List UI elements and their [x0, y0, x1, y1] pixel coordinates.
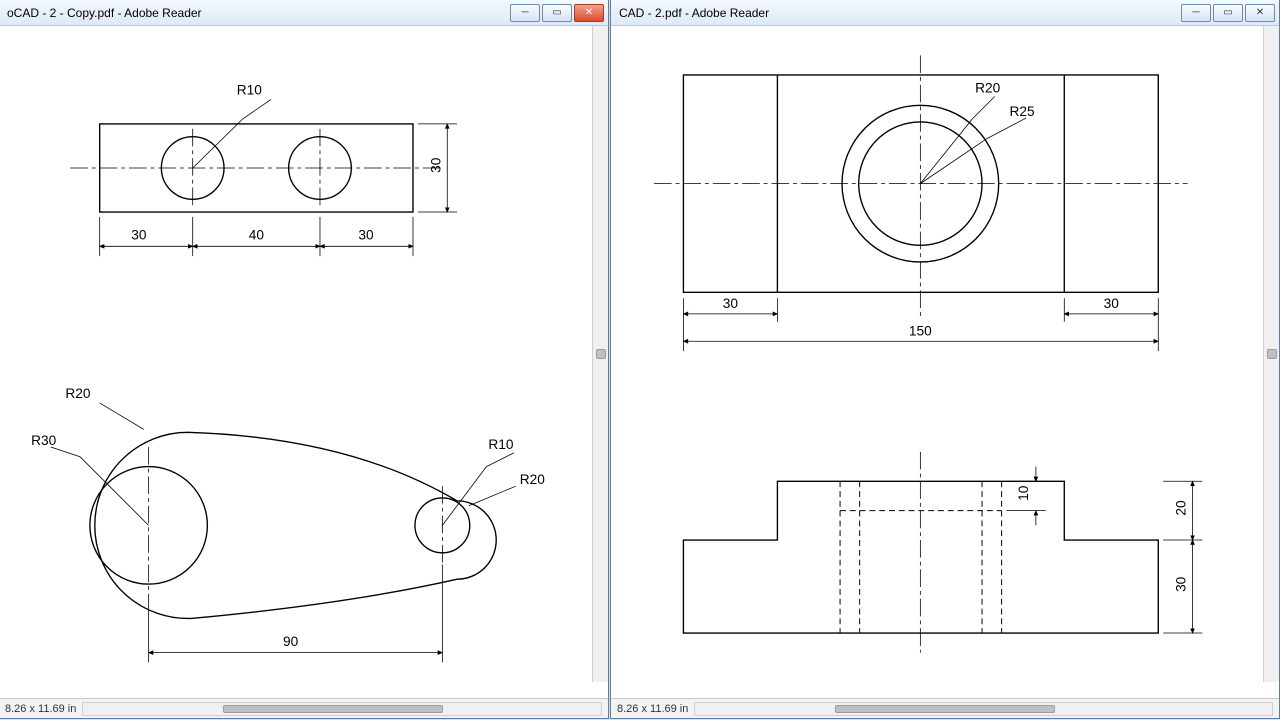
svg-text:R25: R25 [1009, 104, 1034, 119]
drawing-canvas-right[interactable]: R20 R25 30 30 [611, 26, 1263, 682]
minimize-button[interactable]: ─ [1181, 4, 1211, 22]
page-size-label: 8.26 x 11.69 in [617, 703, 688, 715]
horizontal-scrollbar[interactable] [82, 702, 602, 716]
close-button[interactable]: ✕ [574, 4, 604, 22]
svg-text:30: 30 [1104, 296, 1120, 311]
svg-text:20: 20 [1174, 500, 1189, 516]
pdf-window-left: oCAD - 2 - Copy.pdf - Adobe Reader ─ ▭ ✕ [0, 0, 609, 719]
svg-text:90: 90 [283, 634, 299, 649]
svg-text:30: 30 [723, 296, 739, 311]
titlebar-right[interactable]: CAD - 2.pdf - Adobe Reader ─ ▭ ✕ [611, 0, 1279, 26]
svg-text:R20: R20 [520, 472, 545, 487]
title-text-right: CAD - 2.pdf - Adobe Reader [619, 6, 1173, 20]
horizontal-scrollbar[interactable] [694, 702, 1273, 716]
svg-text:R30: R30 [31, 433, 56, 448]
minimize-button[interactable]: ─ [510, 4, 540, 22]
vertical-scrollbar[interactable] [1263, 26, 1279, 682]
svg-text:30: 30 [1174, 576, 1189, 592]
vertical-scrollbar[interactable] [592, 26, 608, 682]
pdf-window-right: CAD - 2.pdf - Adobe Reader ─ ▭ ✕ [610, 0, 1280, 719]
drawing-canvas-left[interactable]: R10 30 30 [0, 26, 592, 682]
titlebar-left[interactable]: oCAD - 2 - Copy.pdf - Adobe Reader ─ ▭ ✕ [0, 0, 608, 26]
svg-text:30: 30 [358, 227, 374, 242]
svg-text:40: 40 [249, 227, 265, 242]
svg-text:30: 30 [428, 157, 443, 173]
svg-text:R10: R10 [488, 437, 513, 452]
svg-text:30: 30 [131, 227, 147, 242]
maximize-button[interactable]: ▭ [1213, 4, 1243, 22]
title-text-left: oCAD - 2 - Copy.pdf - Adobe Reader [7, 6, 502, 20]
svg-text:R20: R20 [65, 386, 90, 401]
close-button[interactable]: ✕ [1245, 4, 1275, 22]
page-size-label: 8.26 x 11.69 in [5, 703, 76, 715]
maximize-button[interactable]: ▭ [542, 4, 572, 22]
svg-text:150: 150 [909, 323, 932, 338]
svg-text:R10: R10 [237, 83, 262, 98]
svg-text:10: 10 [1016, 485, 1031, 501]
svg-text:R20: R20 [975, 81, 1000, 96]
